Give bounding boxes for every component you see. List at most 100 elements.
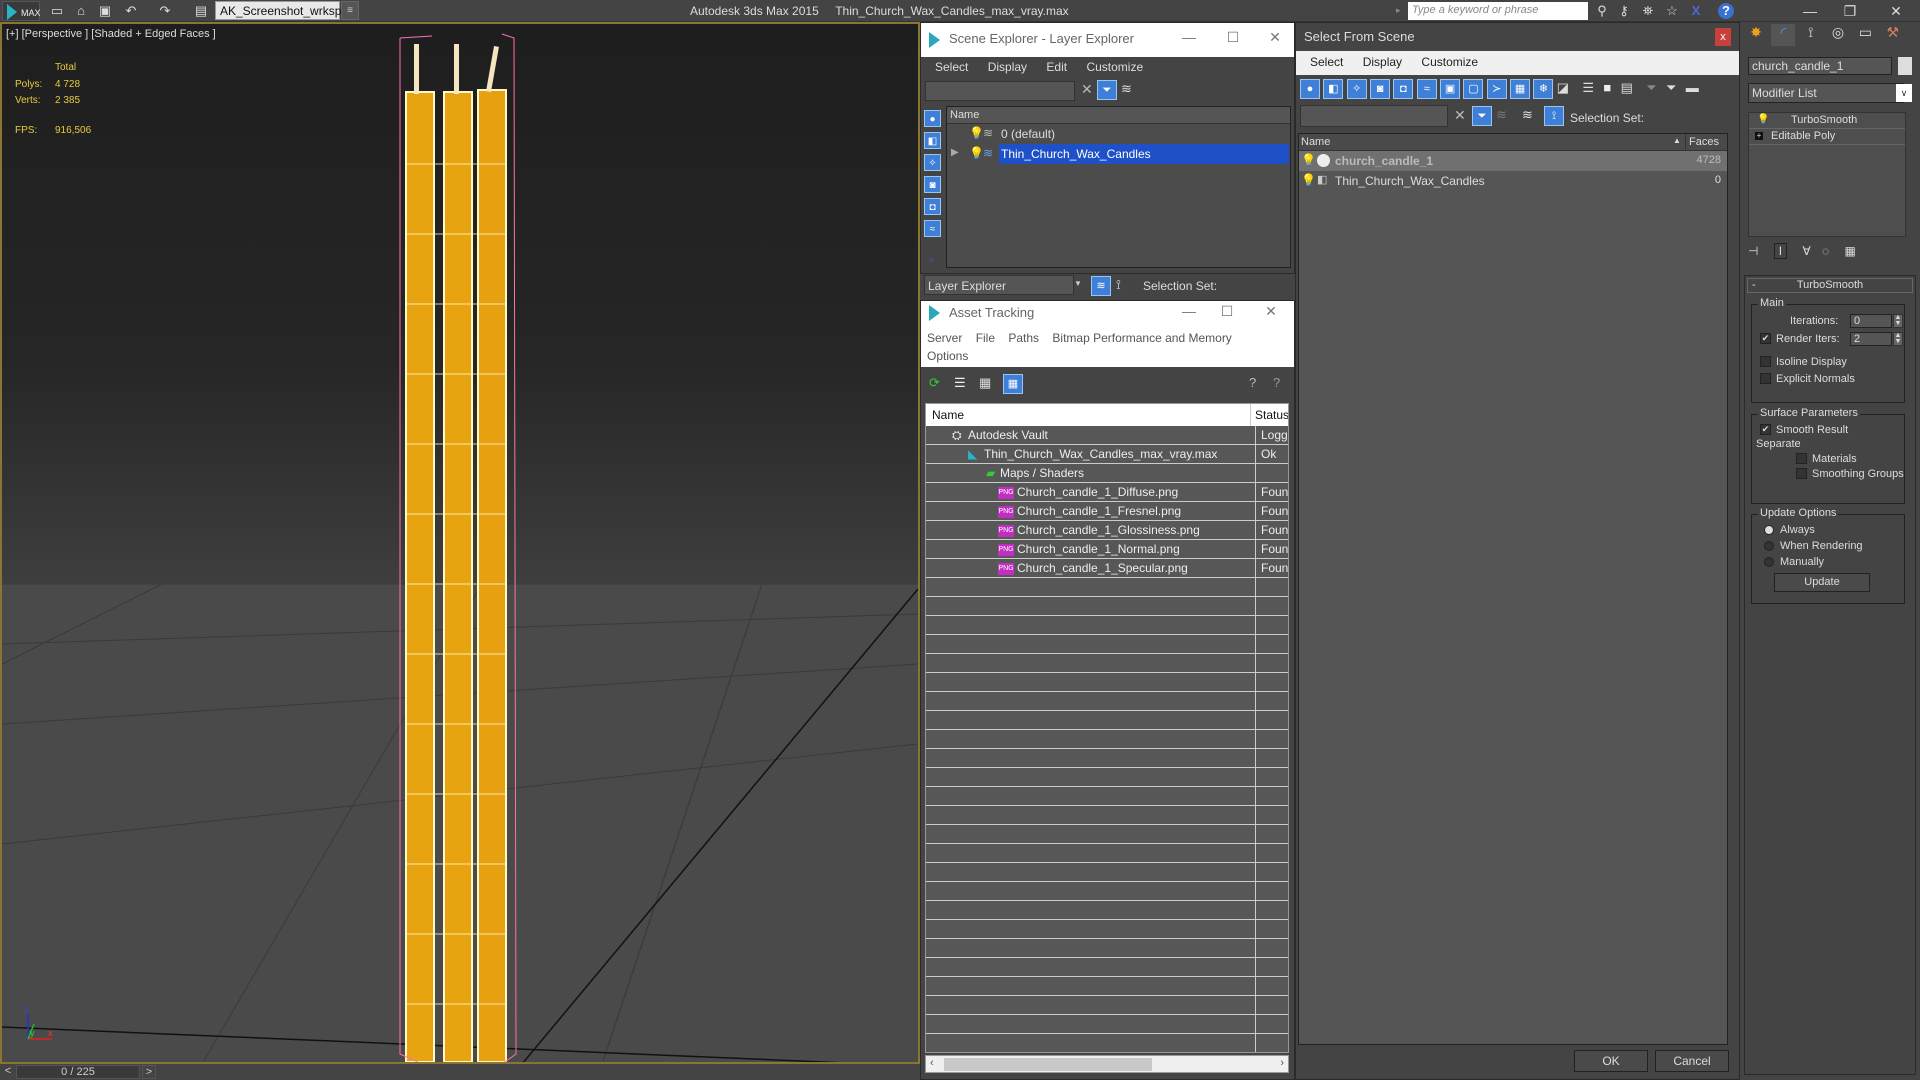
geometry-filter-icon[interactable]: ● bbox=[924, 110, 941, 127]
layers-view-icon[interactable]: ≋ bbox=[1091, 276, 1111, 296]
project-folder-icon[interactable]: ▤ bbox=[192, 3, 210, 19]
helpers-filter-icon[interactable]: ◘ bbox=[924, 198, 941, 215]
lightbulb-icon[interactable]: 💡 bbox=[1301, 153, 1316, 167]
menu-display[interactable]: Display bbox=[988, 60, 1027, 74]
asset-tracking-titlebar[interactable]: Asset Tracking — ☐ ✕ bbox=[921, 301, 1294, 325]
maximize-button[interactable]: ☐ bbox=[1212, 303, 1242, 320]
tree-view-icon[interactable]: ▦ bbox=[979, 375, 991, 391]
select-all-icon[interactable]: ☰ bbox=[1582, 80, 1594, 95]
menu-server[interactable]: Server bbox=[927, 331, 962, 345]
lightbulb-icon[interactable]: 💡 bbox=[969, 146, 984, 160]
perspective-viewport[interactable]: z y x [+] [Perspective ] [Shaded + Edged… bbox=[0, 22, 920, 1064]
help-icon[interactable]: ? bbox=[1273, 375, 1280, 390]
clear-search-icon[interactable]: ✕ bbox=[1454, 107, 1466, 124]
layer-settings-icon[interactable]: ≋ bbox=[1496, 107, 1507, 123]
display-tab-icon[interactable]: ▭ bbox=[1853, 24, 1877, 46]
horizontal-scrollbar[interactable]: ‹ › bbox=[925, 1055, 1289, 1073]
expand-plus-icon[interactable]: + bbox=[1755, 132, 1763, 140]
menu-options[interactable]: Options bbox=[927, 349, 968, 363]
lightbulb-icon[interactable]: 💡 bbox=[969, 126, 984, 140]
restore-button[interactable]: ❐ bbox=[1830, 1, 1870, 21]
workspace-menu-button[interactable]: ≡ bbox=[341, 1, 359, 20]
helpers-filter-icon[interactable]: ◘ bbox=[1393, 79, 1414, 99]
minimize-button[interactable]: — bbox=[1790, 1, 1830, 21]
update-button[interactable]: Update bbox=[1774, 573, 1870, 592]
filter-icon[interactable]: ⏷ bbox=[1097, 80, 1117, 100]
spacewarps-filter-icon[interactable]: ≈ bbox=[924, 220, 941, 237]
geometry-filter-icon[interactable]: ● bbox=[1300, 79, 1320, 99]
menu-bitmap-performance[interactable]: Bitmap Performance and Memory bbox=[1052, 331, 1231, 345]
expand-arrow-icon[interactable]: ▶ bbox=[951, 147, 959, 158]
column-header-faces[interactable]: Faces bbox=[1685, 134, 1722, 151]
binoculars-icon[interactable]: ⚲ bbox=[1592, 3, 1612, 19]
filter-funnel-icon[interactable]: ⏷ bbox=[1646, 80, 1656, 95]
motion-tab-icon[interactable]: ◎ bbox=[1826, 24, 1850, 46]
cameras-filter-icon[interactable]: ◙ bbox=[1370, 79, 1391, 99]
object-row[interactable]: 💡 ◧ Thin_Church_Wax_Candles 0 bbox=[1299, 171, 1727, 191]
ok-button[interactable]: OK bbox=[1574, 1050, 1648, 1072]
hidden-filter-icon[interactable]: ◪ bbox=[1557, 80, 1569, 95]
chevron-down-icon[interactable]: ▼ bbox=[1074, 279, 1082, 288]
materials-checkbox[interactable] bbox=[1796, 453, 1807, 464]
save-icon[interactable]: ▣ bbox=[96, 3, 114, 19]
pin-stack-icon[interactable]: ⊣ bbox=[1748, 244, 1758, 258]
layer-settings-icon[interactable]: ≋ bbox=[1121, 81, 1132, 97]
menu-customize[interactable]: Customize bbox=[1086, 60, 1143, 74]
time-slider[interactable]: 0 / 225 bbox=[16, 1065, 140, 1079]
update-when-rendering-radio[interactable] bbox=[1764, 541, 1774, 551]
refresh-icon[interactable]: ⟳ bbox=[929, 375, 940, 391]
lightbulb-icon[interactable]: 💡 bbox=[1757, 114, 1769, 125]
table-view-icon[interactable]: ▦ bbox=[1003, 374, 1023, 394]
close-button[interactable]: ✕ bbox=[1876, 1, 1916, 21]
object-search-input[interactable] bbox=[1300, 105, 1448, 127]
menu-edit[interactable]: Edit bbox=[1046, 60, 1067, 74]
candle-3[interactable] bbox=[477, 46, 507, 1062]
object-name-field[interactable]: church_candle_1 bbox=[1748, 57, 1892, 75]
open-file-icon[interactable]: ⌂ bbox=[72, 3, 90, 19]
key-icon[interactable]: ⚷ bbox=[1614, 3, 1634, 19]
isoline-display-checkbox[interactable] bbox=[1760, 356, 1771, 367]
layer-row[interactable]: 💡 ≋ 0 (default) bbox=[947, 124, 1290, 144]
make-unique-icon[interactable]: ∀ bbox=[1802, 244, 1810, 258]
sort-ascending-icon[interactable]: ▲ bbox=[1673, 136, 1681, 145]
close-button[interactable]: ✕ bbox=[1256, 303, 1286, 320]
lights-filter-icon[interactable]: ✧ bbox=[1346, 79, 1367, 99]
maximize-button[interactable]: ☐ bbox=[1218, 29, 1248, 46]
xrefs-filter-icon[interactable]: ▢ bbox=[1463, 79, 1484, 99]
shapes-filter-icon[interactable]: ◧ bbox=[1323, 79, 1344, 99]
select-none-icon[interactable]: ■ bbox=[1603, 80, 1611, 95]
candle-2[interactable] bbox=[443, 44, 473, 1062]
filter-icon[interactable]: ⏷ bbox=[1472, 106, 1492, 126]
layer-row-selected[interactable]: ▶ 💡 ≋ Thin_Church_Wax_Candles bbox=[947, 144, 1290, 164]
workspace-dropdown[interactable]: AK_Screenshot_wrksp bbox=[215, 1, 341, 20]
minimize-button[interactable]: — bbox=[1174, 29, 1204, 45]
hierarchy-view-icon[interactable]: ⟟ bbox=[1544, 106, 1564, 126]
list-view-icon[interactable]: ☰ bbox=[954, 375, 966, 391]
explorer-mode-dropdown[interactable]: Layer Explorer bbox=[924, 275, 1074, 295]
rollout-collapse-toggle[interactable]: - bbox=[1752, 279, 1756, 292]
select-from-scene-titlebar[interactable]: Select From Scene x bbox=[1296, 23, 1739, 51]
keyword-search-input[interactable]: Type a keyword or phrase bbox=[1408, 2, 1588, 20]
cancel-button[interactable]: Cancel bbox=[1655, 1050, 1729, 1072]
filter-options-icon[interactable]: ⏷ bbox=[1666, 80, 1676, 95]
smooth-result-checkbox[interactable]: ✔ bbox=[1760, 424, 1771, 435]
groups-filter-icon[interactable]: ▣ bbox=[1440, 79, 1461, 99]
app-menu-button[interactable]: MAX bbox=[2, 1, 41, 21]
menu-display[interactable]: Display bbox=[1363, 55, 1402, 69]
spacewarps-filter-icon[interactable]: ≈ bbox=[1416, 79, 1437, 99]
menu-select[interactable]: Select bbox=[1310, 55, 1343, 69]
layers-view-icon[interactable]: ≋ bbox=[1522, 107, 1533, 123]
display-options-icon[interactable]: ▬ bbox=[1686, 80, 1699, 95]
cameras-filter-icon[interactable]: ◙ bbox=[924, 176, 941, 193]
scene-explorer-titlebar[interactable]: Scene Explorer - Layer Explorer — ☐ ✕ bbox=[921, 23, 1294, 57]
x-exchange-icon[interactable]: X bbox=[1686, 3, 1706, 19]
minimize-button[interactable]: — bbox=[1174, 303, 1204, 319]
hierarchy-view-icon[interactable]: ⟟ bbox=[1116, 277, 1121, 293]
asset-row-max-file[interactable]: ◣ Thin_Church_Wax_Candles_max_vray.max O… bbox=[926, 445, 1288, 464]
asset-row-png[interactable]: PNGChurch_candle_1_Normal.png Found bbox=[926, 540, 1288, 559]
close-button[interactable]: ✕ bbox=[1260, 29, 1290, 46]
asset-row-png[interactable]: PNGChurch_candle_1_Specular.png Found bbox=[926, 559, 1288, 578]
object-row-selected[interactable]: 💡 church_candle_1 4728 bbox=[1299, 151, 1727, 171]
shapes-filter-icon[interactable]: ◧ bbox=[924, 132, 941, 149]
column-header-name[interactable]: Name bbox=[932, 408, 964, 422]
